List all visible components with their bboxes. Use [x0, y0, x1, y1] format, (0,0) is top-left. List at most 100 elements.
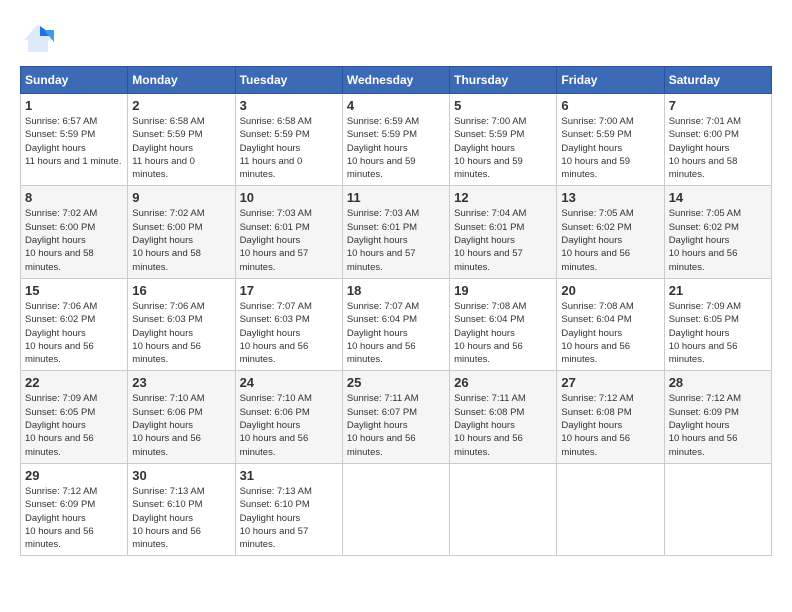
day-number: 31 — [240, 468, 338, 483]
calendar-day-cell: 7 Sunrise: 7:01 AM Sunset: 6:00 PM Dayli… — [664, 94, 771, 186]
day-info: Sunrise: 7:03 AM Sunset: 6:01 PM Dayligh… — [347, 207, 445, 273]
calendar-day-cell: 4 Sunrise: 6:59 AM Sunset: 5:59 PM Dayli… — [342, 94, 449, 186]
day-info: Sunrise: 7:03 AM Sunset: 6:01 PM Dayligh… — [240, 207, 338, 273]
day-info: Sunrise: 7:10 AM Sunset: 6:06 PM Dayligh… — [240, 392, 338, 458]
day-info: Sunrise: 7:07 AM Sunset: 6:03 PM Dayligh… — [240, 300, 338, 366]
day-info: Sunrise: 7:02 AM Sunset: 6:00 PM Dayligh… — [132, 207, 230, 273]
day-info: Sunrise: 7:01 AM Sunset: 6:00 PM Dayligh… — [669, 115, 767, 181]
day-number: 2 — [132, 98, 230, 113]
day-info: Sunrise: 7:12 AM Sunset: 6:09 PM Dayligh… — [25, 485, 123, 551]
calendar-day-cell: 21 Sunrise: 7:09 AM Sunset: 6:05 PM Dayl… — [664, 278, 771, 370]
day-number: 8 — [25, 190, 123, 205]
calendar-day-cell — [342, 463, 449, 555]
weekday-header: Sunday — [21, 67, 128, 94]
day-number: 20 — [561, 283, 659, 298]
day-info: Sunrise: 7:05 AM Sunset: 6:02 PM Dayligh… — [561, 207, 659, 273]
day-info: Sunrise: 7:00 AM Sunset: 5:59 PM Dayligh… — [454, 115, 552, 181]
calendar-day-cell: 22 Sunrise: 7:09 AM Sunset: 6:05 PM Dayl… — [21, 371, 128, 463]
calendar-day-cell: 10 Sunrise: 7:03 AM Sunset: 6:01 PM Dayl… — [235, 186, 342, 278]
calendar-day-cell: 14 Sunrise: 7:05 AM Sunset: 6:02 PM Dayl… — [664, 186, 771, 278]
day-number: 16 — [132, 283, 230, 298]
calendar-day-cell: 12 Sunrise: 7:04 AM Sunset: 6:01 PM Dayl… — [450, 186, 557, 278]
day-info: Sunrise: 7:09 AM Sunset: 6:05 PM Dayligh… — [25, 392, 123, 458]
day-number: 22 — [25, 375, 123, 390]
calendar-week-row: 8 Sunrise: 7:02 AM Sunset: 6:00 PM Dayli… — [21, 186, 772, 278]
day-info: Sunrise: 7:02 AM Sunset: 6:00 PM Dayligh… — [25, 207, 123, 273]
calendar-day-cell: 26 Sunrise: 7:11 AM Sunset: 6:08 PM Dayl… — [450, 371, 557, 463]
day-number: 14 — [669, 190, 767, 205]
weekday-header: Saturday — [664, 67, 771, 94]
weekday-header: Wednesday — [342, 67, 449, 94]
page-header — [20, 20, 772, 56]
day-info: Sunrise: 6:58 AM Sunset: 5:59 PM Dayligh… — [132, 115, 230, 181]
calendar-day-cell — [664, 463, 771, 555]
day-number: 4 — [347, 98, 445, 113]
day-info: Sunrise: 7:09 AM Sunset: 6:05 PM Dayligh… — [669, 300, 767, 366]
day-number: 23 — [132, 375, 230, 390]
calendar-table: SundayMondayTuesdayWednesdayThursdayFrid… — [20, 66, 772, 556]
calendar-day-cell: 28 Sunrise: 7:12 AM Sunset: 6:09 PM Dayl… — [664, 371, 771, 463]
calendar-day-cell: 27 Sunrise: 7:12 AM Sunset: 6:08 PM Dayl… — [557, 371, 664, 463]
calendar-day-cell: 31 Sunrise: 7:13 AM Sunset: 6:10 PM Dayl… — [235, 463, 342, 555]
day-number: 12 — [454, 190, 552, 205]
day-number: 25 — [347, 375, 445, 390]
day-number: 21 — [669, 283, 767, 298]
calendar-day-cell: 19 Sunrise: 7:08 AM Sunset: 6:04 PM Dayl… — [450, 278, 557, 370]
calendar-week-row: 22 Sunrise: 7:09 AM Sunset: 6:05 PM Dayl… — [21, 371, 772, 463]
calendar-day-cell: 9 Sunrise: 7:02 AM Sunset: 6:00 PM Dayli… — [128, 186, 235, 278]
day-info: Sunrise: 6:57 AM Sunset: 5:59 PM Dayligh… — [25, 115, 123, 168]
calendar-day-cell: 8 Sunrise: 7:02 AM Sunset: 6:00 PM Dayli… — [21, 186, 128, 278]
day-info: Sunrise: 6:59 AM Sunset: 5:59 PM Dayligh… — [347, 115, 445, 181]
calendar-day-cell: 17 Sunrise: 7:07 AM Sunset: 6:03 PM Dayl… — [235, 278, 342, 370]
day-info: Sunrise: 7:06 AM Sunset: 6:03 PM Dayligh… — [132, 300, 230, 366]
calendar-week-row: 1 Sunrise: 6:57 AM Sunset: 5:59 PM Dayli… — [21, 94, 772, 186]
day-number: 28 — [669, 375, 767, 390]
day-number: 9 — [132, 190, 230, 205]
day-info: Sunrise: 7:11 AM Sunset: 6:08 PM Dayligh… — [454, 392, 552, 458]
calendar-week-row: 15 Sunrise: 7:06 AM Sunset: 6:02 PM Dayl… — [21, 278, 772, 370]
day-number: 18 — [347, 283, 445, 298]
calendar-day-cell: 5 Sunrise: 7:00 AM Sunset: 5:59 PM Dayli… — [450, 94, 557, 186]
calendar-day-cell: 23 Sunrise: 7:10 AM Sunset: 6:06 PM Dayl… — [128, 371, 235, 463]
day-info: Sunrise: 7:13 AM Sunset: 6:10 PM Dayligh… — [132, 485, 230, 551]
calendar-day-cell: 13 Sunrise: 7:05 AM Sunset: 6:02 PM Dayl… — [557, 186, 664, 278]
calendar-day-cell: 3 Sunrise: 6:58 AM Sunset: 5:59 PM Dayli… — [235, 94, 342, 186]
day-number: 10 — [240, 190, 338, 205]
calendar-day-cell: 6 Sunrise: 7:00 AM Sunset: 5:59 PM Dayli… — [557, 94, 664, 186]
day-number: 11 — [347, 190, 445, 205]
day-info: Sunrise: 6:58 AM Sunset: 5:59 PM Dayligh… — [240, 115, 338, 181]
logo — [20, 20, 60, 56]
weekday-header: Thursday — [450, 67, 557, 94]
day-number: 3 — [240, 98, 338, 113]
day-number: 27 — [561, 375, 659, 390]
logo-icon — [20, 20, 56, 56]
calendar-day-cell — [557, 463, 664, 555]
day-number: 13 — [561, 190, 659, 205]
day-number: 29 — [25, 468, 123, 483]
calendar-day-cell: 25 Sunrise: 7:11 AM Sunset: 6:07 PM Dayl… — [342, 371, 449, 463]
calendar-day-cell: 24 Sunrise: 7:10 AM Sunset: 6:06 PM Dayl… — [235, 371, 342, 463]
day-info: Sunrise: 7:11 AM Sunset: 6:07 PM Dayligh… — [347, 392, 445, 458]
day-info: Sunrise: 7:08 AM Sunset: 6:04 PM Dayligh… — [454, 300, 552, 366]
day-number: 26 — [454, 375, 552, 390]
day-number: 1 — [25, 98, 123, 113]
day-info: Sunrise: 7:07 AM Sunset: 6:04 PM Dayligh… — [347, 300, 445, 366]
calendar-header-row: SundayMondayTuesdayWednesdayThursdayFrid… — [21, 67, 772, 94]
day-info: Sunrise: 7:10 AM Sunset: 6:06 PM Dayligh… — [132, 392, 230, 458]
day-info: Sunrise: 7:13 AM Sunset: 6:10 PM Dayligh… — [240, 485, 338, 551]
calendar-day-cell: 30 Sunrise: 7:13 AM Sunset: 6:10 PM Dayl… — [128, 463, 235, 555]
weekday-header: Monday — [128, 67, 235, 94]
day-number: 24 — [240, 375, 338, 390]
calendar-day-cell: 29 Sunrise: 7:12 AM Sunset: 6:09 PM Dayl… — [21, 463, 128, 555]
calendar-day-cell: 15 Sunrise: 7:06 AM Sunset: 6:02 PM Dayl… — [21, 278, 128, 370]
calendar-day-cell: 20 Sunrise: 7:08 AM Sunset: 6:04 PM Dayl… — [557, 278, 664, 370]
calendar-day-cell: 2 Sunrise: 6:58 AM Sunset: 5:59 PM Dayli… — [128, 94, 235, 186]
day-number: 6 — [561, 98, 659, 113]
calendar-day-cell — [450, 463, 557, 555]
day-info: Sunrise: 7:06 AM Sunset: 6:02 PM Dayligh… — [25, 300, 123, 366]
day-number: 5 — [454, 98, 552, 113]
day-number: 19 — [454, 283, 552, 298]
day-info: Sunrise: 7:05 AM Sunset: 6:02 PM Dayligh… — [669, 207, 767, 273]
day-info: Sunrise: 7:08 AM Sunset: 6:04 PM Dayligh… — [561, 300, 659, 366]
weekday-header: Tuesday — [235, 67, 342, 94]
